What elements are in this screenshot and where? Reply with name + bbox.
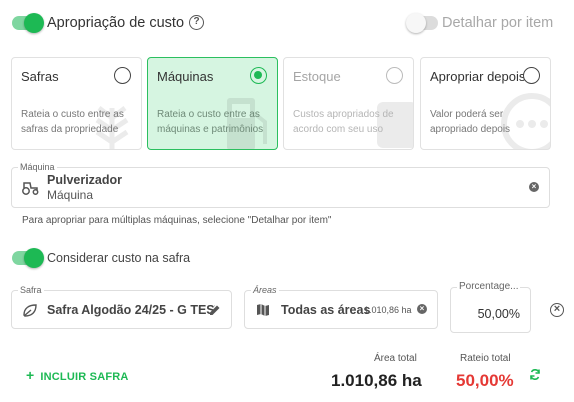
refresh-icon[interactable] <box>529 368 541 381</box>
option-radio[interactable] <box>250 67 267 84</box>
option-card-safras[interactable]: Safras Rateia o custo entre as safras da… <box>11 57 142 150</box>
option-card-apropriar-depois[interactable]: Apropriar depois Valor poderá ser apropr… <box>420 57 551 150</box>
machine-field[interactable]: Máquina Pulverizador Máquina × <box>11 162 550 208</box>
percentage-value[interactable]: 50,00% <box>478 307 520 321</box>
option-card-maquinas[interactable]: Máquinas Rateia o custo entre as máquina… <box>147 57 278 150</box>
clear-machine-icon[interactable]: × <box>529 182 539 192</box>
help-icon[interactable]: ? <box>189 15 204 30</box>
area-total-value: 1.010,86 ha <box>331 371 422 390</box>
areas-value: Todas as áreas <box>281 303 371 317</box>
crop-leaf-icon <box>23 304 37 317</box>
clear-areas-icon[interactable]: × <box>417 304 427 314</box>
option-title: Estoque <box>293 69 341 84</box>
crop-cost-toggle[interactable] <box>12 248 44 268</box>
edit-pencil-icon[interactable] <box>209 304 221 316</box>
option-description: Valor poderá ser apropriado depois <box>430 109 511 135</box>
areas-size: 1.010,86 ha <box>364 305 412 315</box>
option-card-estoque: Estoque Custos apropriados de acordo com… <box>283 57 414 150</box>
option-radio <box>386 67 403 84</box>
areas-field[interactable]: Áreas Todas as áreas 1.010,86 ha × <box>244 285 438 329</box>
machine-hint: Para apropriar para múltiplas máquinas, … <box>22 215 332 226</box>
rateio-total-label: Rateio total <box>460 353 511 364</box>
option-title: Safras <box>21 69 59 84</box>
option-radio[interactable] <box>523 67 540 84</box>
map-icon <box>257 304 269 316</box>
add-safra-button[interactable]: + INCLUIR SAFRA <box>26 367 129 383</box>
plus-icon: + <box>26 367 35 383</box>
detail-label: Detalhar por item <box>442 15 554 31</box>
safra-field[interactable]: Safra Safra Algodão 24/25 - G TESTE <box>11 285 232 329</box>
detail-toggle[interactable] <box>406 13 438 33</box>
tractor-icon <box>22 182 39 195</box>
percentage-field-label: Porcentage... <box>457 281 521 292</box>
machine-type: Máquina <box>47 188 94 202</box>
option-description: Rateia o custo entre as safras da propri… <box>21 109 124 135</box>
machine-field-label: Máquina <box>18 162 57 172</box>
safra-value: Safra Algodão 24/25 - G TESTE <box>47 303 215 317</box>
percentage-field[interactable]: Porcentage... 50,00% <box>450 282 531 333</box>
areas-field-label: Áreas <box>251 285 279 295</box>
option-description: Rateia o custo entre as máquinas e patri… <box>157 109 264 135</box>
machine-name: Pulverizador <box>47 173 123 187</box>
option-title: Máquinas <box>157 69 214 84</box>
rateio-total-value: 50,00% <box>456 371 514 390</box>
area-total-label: Área total <box>374 353 417 364</box>
apportion-toggle[interactable] <box>12 13 44 33</box>
remove-row-icon[interactable]: × <box>550 303 564 317</box>
option-description: Custos apropriados de acordo com seu uso <box>293 109 394 135</box>
option-radio[interactable] <box>114 67 131 84</box>
safra-field-label: Safra <box>18 285 44 295</box>
option-title: Apropriar depois <box>430 69 526 84</box>
apportion-label: Apropriação de custo <box>47 15 185 31</box>
add-safra-label: INCLUIR SAFRA <box>40 371 129 383</box>
crop-cost-label: Considerar custo na safra <box>47 251 191 265</box>
